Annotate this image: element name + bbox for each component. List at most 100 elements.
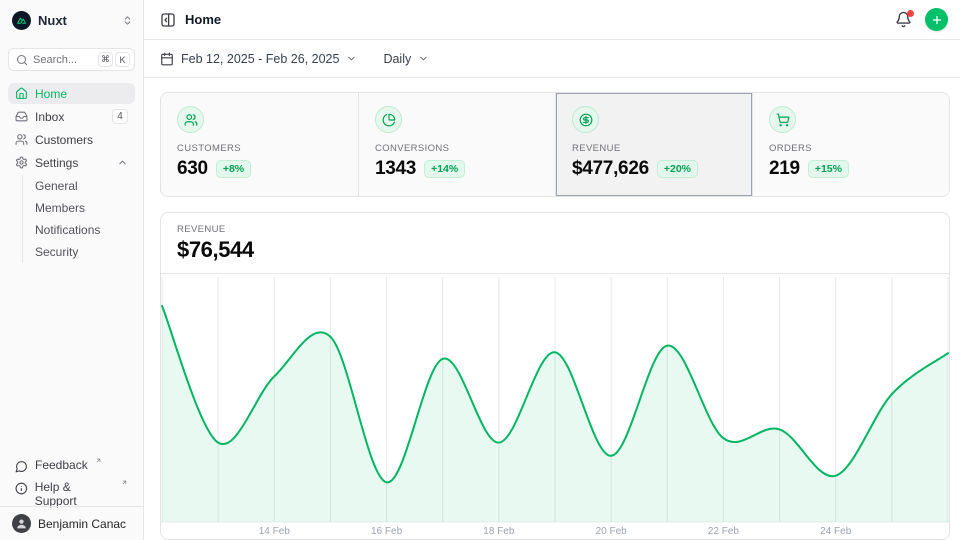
stat-icon-wrap [177,106,204,133]
sidebar-item-label: Inbox [35,110,64,124]
search-icon [16,54,28,66]
search-shortcut: ⌘ K [98,52,130,67]
filters-toolbar: Feb 12, 2025 - Feb 26, 2025 Daily [144,40,960,78]
stat-value: 219 [769,158,800,180]
x-axis-tick-label: 16 Feb [371,526,403,537]
sidebar-item-home[interactable]: Home [8,83,135,104]
users-icon [15,133,28,146]
cart-icon [776,113,790,127]
stat-value: 630 [177,158,208,180]
stats-row: CUSTOMERS 630 +8% CONVERSIONS 1343 +14% [160,92,950,197]
chart-header: REVENUE $76,544 [161,213,949,274]
interval-select[interactable]: Daily [383,52,429,66]
external-link-icon [95,457,102,464]
sub-item-label: Notifications [35,223,100,237]
footer-item-label: Feedback [35,458,88,472]
search-input[interactable]: ⌘ K [8,48,135,71]
x-axis-tick-label: 22 Feb [708,526,740,537]
content: CUSTOMERS 630 +8% CONVERSIONS 1343 +14% [144,78,960,540]
collapse-sidebar-icon[interactable] [160,12,176,28]
notification-dot [907,10,914,17]
inbox-badge: 4 [112,109,128,124]
users-icon [184,113,198,127]
feedback-link[interactable]: Feedback [8,456,135,478]
home-icon [15,87,28,100]
sidebar-item-members[interactable]: Members [27,197,135,219]
stat-delta-badge: +20% [657,160,698,178]
stat-delta-badge: +14% [424,160,465,178]
external-link-icon [121,479,128,486]
footer-item-label: Help & Support [35,480,114,508]
sidebar-item-security[interactable]: Security [27,241,135,263]
user-menu[interactable]: Benjamin Canac [0,506,143,540]
main-area: Home Feb 12, 2025 - Feb 26, 2025 Daily [144,0,960,540]
sub-item-label: General [35,179,78,193]
sub-item-label: Members [35,201,85,215]
notifications-button[interactable] [895,11,913,29]
sidebar-item-customers[interactable]: Customers [8,129,135,150]
stat-card-customers[interactable]: CUSTOMERS 630 +8% [161,93,358,196]
chart-metric-label: REVENUE [177,224,933,235]
stat-icon-wrap [769,106,796,133]
stat-value: 1343 [375,158,416,180]
chevron-down-icon [346,53,357,64]
page-title: Home [185,12,221,27]
workspace-name: Nuxt [38,13,67,28]
user-name: Benjamin Canac [38,517,126,531]
header-actions [895,8,948,31]
plus-icon [931,14,943,26]
chart-metric-value: $76,544 [177,237,933,263]
sidebar-item-label: Customers [35,133,93,147]
chart-body: 14 Feb16 Feb18 Feb20 Feb22 Feb24 Feb [161,274,949,540]
stat-value: $477,626 [572,158,649,180]
page-header: Home [144,0,960,40]
info-icon [15,482,28,495]
chevron-down-icon [418,53,429,64]
pie-chart-icon [382,113,396,127]
inbox-icon [15,110,28,123]
sub-item-label: Security [35,245,78,259]
stat-card-conversions[interactable]: CONVERSIONS 1343 +14% [358,93,555,196]
stat-card-revenue[interactable]: REVENUE $477,626 +20% [555,93,752,196]
sidebar-item-label: Home [35,87,67,101]
stat-delta-badge: +8% [216,160,251,178]
nuxt-logo [12,11,31,30]
sidebar-spacer [0,265,143,456]
kbd-k: K [115,52,130,67]
app-window: Nuxt ⌘ K Home Inbox 4 Customers [0,0,960,540]
sidebar-item-inbox[interactable]: Inbox 4 [8,106,135,127]
speech-bubble-icon [15,460,28,473]
sidebar-item-label: Settings [35,156,78,170]
calendar-icon [160,52,174,66]
sidebar: Nuxt ⌘ K Home Inbox 4 Customers [0,0,144,540]
gear-icon [15,156,28,169]
revenue-chart[interactable]: 14 Feb16 Feb18 Feb20 Feb22 Feb24 Feb [161,274,949,540]
x-axis-tick-label: 14 Feb [259,526,291,537]
stat-label: ORDERS [769,143,933,154]
stat-label: REVENUE [572,143,736,154]
revenue-chart-card: REVENUE $76,544 14 Feb16 Feb18 Feb20 Feb… [160,212,950,540]
interval-label: Daily [383,52,411,66]
help-support-link[interactable]: Help & Support [8,478,135,500]
chevron-up-icon [117,157,128,168]
sidebar-footer: Feedback Help & Support [8,456,135,500]
x-axis-tick-label: 18 Feb [483,526,515,537]
date-range-label: Feb 12, 2025 - Feb 26, 2025 [181,52,339,66]
workspace-switcher[interactable]: Nuxt [0,0,143,40]
date-range-picker[interactable]: Feb 12, 2025 - Feb 26, 2025 [160,52,357,66]
stat-label: CONVERSIONS [375,143,539,154]
x-axis-tick-label: 24 Feb [820,526,852,537]
sidebar-nav: Home Inbox 4 Customers Settings General … [8,83,135,265]
stat-icon-wrap [572,106,599,133]
settings-sub-items: General Members Notifications Security [22,175,135,263]
chevrons-up-down-icon [122,15,133,26]
search-field[interactable] [33,54,85,66]
sidebar-item-general[interactable]: General [27,175,135,197]
stat-delta-badge: +15% [808,160,849,178]
dollar-coin-icon [579,113,593,127]
sidebar-item-notifications[interactable]: Notifications [27,219,135,241]
stat-label: CUSTOMERS [177,143,342,154]
stat-card-orders[interactable]: ORDERS 219 +15% [752,93,949,196]
add-button[interactable] [925,8,948,31]
sidebar-item-settings[interactable]: Settings [8,152,135,173]
